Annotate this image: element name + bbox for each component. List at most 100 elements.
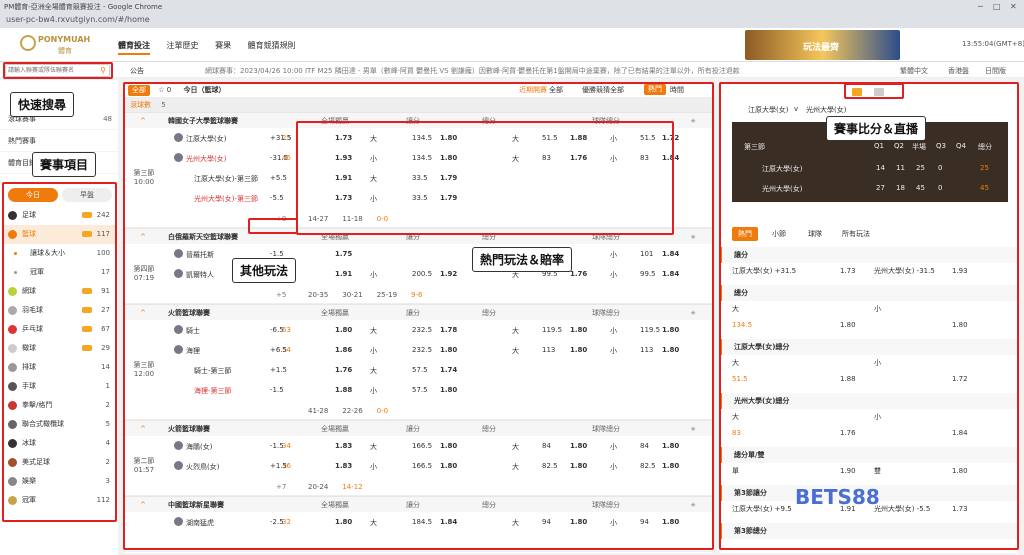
odds-type-select[interactable]: 香港盤 bbox=[948, 66, 969, 76]
collapse-chevron-icon[interactable]: ^ bbox=[140, 421, 146, 437]
league-header[interactable]: 火箭籃球聯賽 全場獨贏 讓分 總分 球隊總分 ^ ★ bbox=[124, 420, 712, 436]
league-header[interactable]: 白俄羅斯天空籃球聯賽 全場獨贏 讓分 總分 球隊總分 ^ ★ bbox=[124, 228, 712, 244]
odds-cell[interactable]: 大 bbox=[370, 518, 377, 528]
odds-value[interactable]: 1.76 bbox=[840, 425, 856, 441]
odds-cell[interactable]: 184.5 bbox=[412, 518, 432, 526]
odds-cell[interactable]: 大 bbox=[512, 462, 519, 472]
live-stream-icon[interactable] bbox=[874, 88, 884, 96]
odds-cell[interactable]: 小 bbox=[610, 270, 617, 280]
sidebar-sport-item[interactable]: 冰球 4 bbox=[2, 434, 116, 453]
odds-cell[interactable]: 大 bbox=[370, 134, 377, 144]
odds-cell[interactable]: 200.5 bbox=[412, 270, 432, 278]
odds-value[interactable]: 1.73 bbox=[952, 501, 968, 517]
nav-bet-history[interactable]: 注單歷史 bbox=[167, 41, 199, 50]
promo-banner[interactable]: 玩法最齊 bbox=[745, 30, 900, 60]
odds-cell[interactable]: 1.72 bbox=[662, 134, 679, 142]
time-button[interactable]: 時間 bbox=[670, 82, 684, 98]
close-button[interactable]: ✕ bbox=[1010, 2, 1017, 11]
odds-cell[interactable]: +5.5 bbox=[270, 174, 287, 182]
star-icon[interactable]: ☆ bbox=[158, 86, 164, 94]
odds-cell[interactable]: 1.91 bbox=[335, 270, 352, 278]
search-input[interactable] bbox=[6, 65, 96, 76]
odds-cell[interactable]: 119.5 bbox=[640, 326, 660, 334]
maximize-button[interactable]: □ bbox=[993, 2, 1001, 11]
market-line[interactable]: 83 1.76 1.84 bbox=[720, 425, 1018, 441]
nav-results[interactable]: 賽果 bbox=[215, 41, 231, 50]
odds-cell[interactable]: 小 bbox=[610, 462, 617, 472]
odds-cell[interactable]: 1.80 bbox=[440, 154, 457, 162]
nav-rules[interactable]: 體育競猜規則 bbox=[248, 41, 296, 50]
odds-cell[interactable]: 1.80 bbox=[662, 442, 679, 450]
nav-sports-betting[interactable]: 體育投注 bbox=[118, 41, 150, 55]
market-line[interactable]: 單 1.90 雙 1.80 bbox=[720, 463, 1018, 479]
sidebar-sport-item[interactable]: 籃球 117 bbox=[2, 225, 116, 244]
odds-cell[interactable]: 51.5 bbox=[542, 134, 558, 142]
odds-cell[interactable]: -31.5 bbox=[270, 154, 288, 162]
odds-cell[interactable]: 1.93 bbox=[335, 154, 352, 162]
odds-cell[interactable]: 大 bbox=[512, 518, 519, 528]
odds-cell[interactable]: 小 bbox=[610, 326, 617, 336]
odds-cell[interactable]: 1.88 bbox=[335, 386, 352, 394]
odds-cell[interactable]: 1.80 bbox=[440, 346, 457, 354]
odds-cell[interactable]: 小 bbox=[610, 154, 617, 164]
odds-cell[interactable]: 小 bbox=[370, 386, 377, 396]
league-header[interactable]: 韓國女子大學籃球聯賽 全場獨贏 讓分 總分 球隊總分 ^ ★ bbox=[124, 112, 712, 128]
odds-cell[interactable]: 1.92 bbox=[440, 270, 457, 278]
favorite-star-icon[interactable]: ★ bbox=[690, 113, 696, 129]
odds-cell[interactable]: 1.79 bbox=[440, 194, 457, 202]
odds-cell[interactable]: 1.75 bbox=[335, 250, 352, 258]
odds-cell[interactable]: 1.80 bbox=[335, 326, 352, 334]
odds-cell[interactable]: 1.83 bbox=[335, 462, 352, 470]
minimize-button[interactable]: ─ bbox=[978, 2, 983, 11]
odds-cell[interactable]: 134.5 bbox=[412, 154, 432, 162]
odds-cell[interactable]: 232.5 bbox=[412, 326, 432, 334]
search-icon[interactable]: ⚲ bbox=[100, 66, 106, 75]
odds-cell[interactable]: 1.76 bbox=[335, 366, 352, 374]
hot-button[interactable]: 熱門 bbox=[644, 84, 666, 95]
odds-cell[interactable]: 大 bbox=[512, 134, 519, 144]
odds-cell[interactable]: 51.5 bbox=[640, 134, 656, 142]
odds-cell[interactable]: 小 bbox=[370, 154, 377, 164]
collapse-chevron-icon[interactable]: ^ bbox=[140, 497, 146, 513]
odds-cell[interactable]: +1.5 bbox=[270, 462, 287, 470]
more-markets-button[interactable]: +8 bbox=[276, 215, 286, 223]
sidebar-sport-item[interactable]: 網球 91 bbox=[2, 282, 116, 301]
odds-cell[interactable]: -1.5 bbox=[270, 442, 284, 450]
odds-cell[interactable]: -1.5 bbox=[270, 386, 284, 394]
market-line[interactable]: 大小 bbox=[720, 409, 1018, 425]
odds-cell[interactable]: 232.5 bbox=[412, 346, 432, 354]
odds-cell[interactable]: 57.5 bbox=[412, 386, 428, 394]
odds-cell[interactable]: 1.80 bbox=[570, 518, 587, 526]
collapse-chevron-icon[interactable]: ^ bbox=[140, 229, 146, 245]
odds-cell[interactable]: 小 bbox=[370, 270, 377, 280]
odds-cell[interactable]: 1.80 bbox=[570, 462, 587, 470]
odds-cell[interactable]: 166.5 bbox=[412, 442, 432, 450]
favorite-star-icon[interactable]: ★ bbox=[690, 421, 696, 437]
sidebar-item-hot[interactable]: 熱門賽事 bbox=[0, 130, 118, 152]
odds-cell[interactable]: 1.86 bbox=[335, 346, 352, 354]
odds-cell[interactable]: 1.80 bbox=[662, 462, 679, 470]
odds-cell[interactable]: 1.76 bbox=[570, 154, 587, 162]
odds-cell[interactable]: 1.80 bbox=[570, 326, 587, 334]
odds-cell[interactable]: 1.80 bbox=[570, 346, 587, 354]
odds-cell[interactable]: 大 bbox=[512, 326, 519, 336]
odds-cell[interactable]: 大 bbox=[370, 326, 377, 336]
sidebar-sport-item[interactable]: 手球 1 bbox=[2, 377, 116, 396]
odds-cell[interactable]: 82.5 bbox=[640, 462, 656, 470]
odds-cell[interactable]: 1.80 bbox=[662, 346, 679, 354]
odds-cell[interactable]: 1.91 bbox=[335, 174, 352, 182]
odds-value[interactable]: 1.88 bbox=[840, 371, 856, 387]
odds-cell[interactable]: 1.84 bbox=[662, 154, 679, 162]
sidebar-sport-item[interactable]: 冠軍 17 bbox=[2, 263, 116, 282]
odds-cell[interactable]: +6.5 bbox=[270, 346, 287, 354]
collapse-chevron-icon[interactable]: ^ bbox=[140, 305, 146, 321]
odds-cell[interactable]: 1.88 bbox=[570, 134, 587, 142]
odds-cell[interactable]: 1.80 bbox=[440, 462, 457, 470]
sidebar-sport-item[interactable]: 聯合式橄欖球 5 bbox=[2, 415, 116, 434]
odds-cell[interactable]: 84 bbox=[542, 442, 551, 450]
sidebar-sport-item[interactable]: 乒乓球 67 bbox=[2, 320, 116, 339]
odds-value[interactable]: 1.93 bbox=[952, 263, 968, 279]
odds-cell[interactable]: 83 bbox=[542, 154, 551, 162]
odds-cell[interactable]: 94 bbox=[640, 518, 649, 526]
more-markets-button[interactable]: +5 bbox=[276, 291, 286, 299]
